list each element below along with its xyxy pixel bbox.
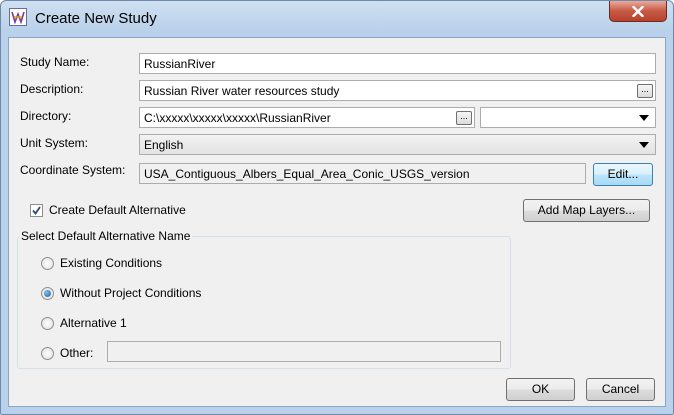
create-default-alternative-checkbox[interactable] <box>30 204 43 217</box>
cancel-button[interactable]: Cancel <box>586 378 655 401</box>
other-label: Other: <box>60 346 94 360</box>
unit-system-value: English <box>144 138 184 152</box>
description-input[interactable]: Russian River water resources study <box>139 80 656 101</box>
directory-input[interactable]: C:\xxxxx\xxxxx\xxxxx\RussianRiver <box>139 107 475 128</box>
chevron-down-icon <box>639 115 649 121</box>
directory-browse-button[interactable]: ... <box>456 111 472 125</box>
unit-system-label: Unit System: <box>20 136 89 150</box>
radio-selected-dot <box>44 290 51 297</box>
close-button[interactable] <box>609 1 667 22</box>
unit-system-dropdown[interactable]: English <box>139 134 656 155</box>
directory-dropdown[interactable] <box>480 107 656 128</box>
radio-existing-conditions[interactable] <box>41 257 54 270</box>
directory-label: Directory: <box>20 109 72 123</box>
hec-ras-app-icon <box>9 8 27 26</box>
dialog-window: Create New Study Study Name: RussianRive… <box>0 0 674 415</box>
create-default-alternative-label: Create Default Alternative <box>49 203 186 217</box>
other-name-input[interactable] <box>107 341 501 362</box>
radio-alternative-1[interactable] <box>41 317 54 330</box>
study-name-label: Study Name: <box>20 55 90 69</box>
title-bar[interactable]: Create New Study <box>1 1 673 37</box>
existing-conditions-label: Existing Conditions <box>60 256 163 270</box>
radio-other[interactable] <box>41 347 54 360</box>
alternative-1-label: Alternative 1 <box>60 316 127 330</box>
chevron-down-icon <box>639 142 649 148</box>
description-browse-button[interactable]: ... <box>637 84 653 98</box>
checkmark-icon <box>32 206 41 215</box>
study-name-input[interactable]: RussianRiver <box>139 53 656 74</box>
ok-button[interactable]: OK <box>506 378 575 401</box>
directory-value: C:\xxxxx\xxxxx\xxxxx\RussianRiver <box>144 111 331 125</box>
description-value: Russian River water resources study <box>144 84 340 98</box>
dialog-content: Study Name: RussianRiver Description: Ru… <box>8 37 666 407</box>
without-project-conditions-label: Without Project Conditions <box>60 286 202 300</box>
coordinate-system-label: Coordinate System: <box>20 163 126 177</box>
alternative-group-legend: Select Default Alternative Name <box>19 229 193 243</box>
radio-without-project-conditions[interactable] <box>41 287 54 300</box>
coordinate-system-field: USA_Contiguous_Albers_Equal_Area_Conic_U… <box>139 163 586 184</box>
close-icon <box>632 5 644 17</box>
add-map-layers-button[interactable]: Add Map Layers... <box>523 199 650 222</box>
edit-coordinate-system-button[interactable]: Edit... <box>593 163 653 186</box>
window-title: Create New Study <box>35 10 157 27</box>
description-label: Description: <box>20 82 84 96</box>
